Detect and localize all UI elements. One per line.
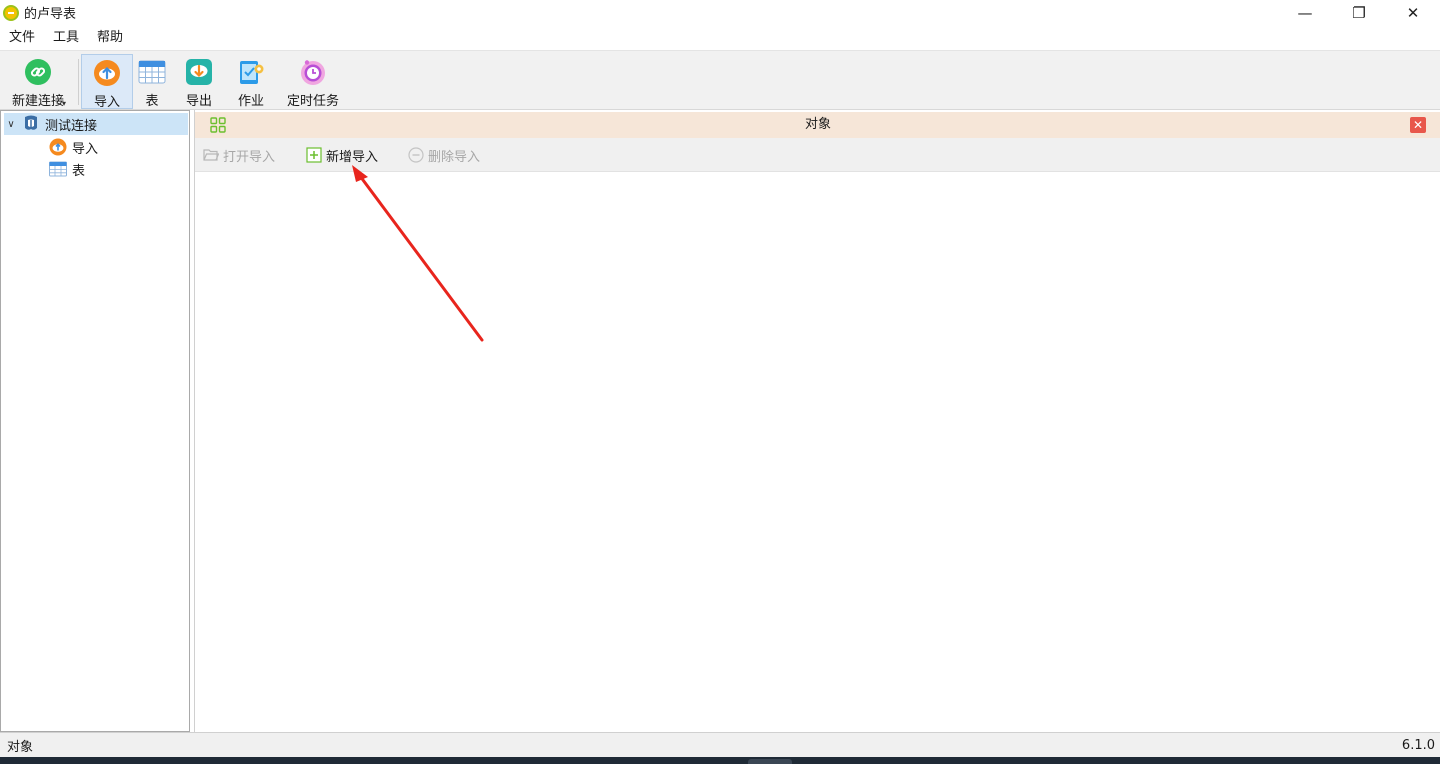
remove-icon [408, 147, 424, 163]
tree-node-connection[interactable]: ∨ 测试连接 [4, 113, 188, 135]
menu-help[interactable]: 帮助 [88, 25, 132, 50]
job-button[interactable]: 作业 [232, 54, 270, 109]
window-title: 的卢导表 [24, 7, 77, 22]
new-connection-button[interactable]: 新建连接 [6, 54, 70, 109]
taskbar-strip [0, 757, 1440, 764]
link-icon [24, 58, 52, 86]
folder-open-icon [203, 147, 219, 163]
clock-icon [299, 58, 327, 86]
dropdown-caret-icon[interactable]: ▾ [62, 99, 66, 108]
status-bar: 对象 6.1.0 [0, 732, 1440, 757]
new-connection-label: 新建连接 [11, 94, 64, 109]
object-tab-panel: 对象 ✕ 打开导入 新增导入 删除导入 [194, 110, 1440, 732]
export-label: 导出 [185, 94, 212, 109]
version-label: 6.1.0 [1401, 737, 1435, 753]
toolbar-separator [78, 59, 79, 105]
delete-import-label: 删除导入 [428, 149, 481, 165]
scheduled-task-button[interactable]: 定时任务 [284, 54, 342, 109]
open-import-label: 打开导入 [223, 149, 276, 165]
import-icon [93, 59, 121, 87]
tree-node-table[interactable]: 表 [45, 158, 185, 180]
status-text: 对象 [7, 739, 34, 755]
taskbar-handle [748, 759, 792, 764]
menu-bar: 文件 工具 帮助 [0, 25, 1440, 50]
table-icon [138, 58, 166, 86]
tree-node-table-label: 表 [72, 163, 86, 179]
object-toolbar: 打开导入 新增导入 删除导入 [195, 138, 1440, 172]
expand-chevron-icon[interactable]: ∨ [4, 119, 18, 130]
menu-tools[interactable]: 工具 [44, 25, 88, 50]
new-import-button[interactable]: 新增导入 [306, 144, 378, 166]
add-icon [306, 147, 322, 163]
import-icon [49, 138, 67, 156]
menu-file[interactable]: 文件 [0, 25, 44, 50]
window-controls: — ❐ ✕ [1278, 0, 1440, 25]
delete-import-button[interactable]: 删除导入 [408, 144, 480, 166]
table-label: 表 [145, 94, 159, 109]
tab-title: 对象 [804, 117, 831, 132]
object-tree: ∨ 测试连接 导入 表 [0, 110, 190, 732]
scheduled-task-label: 定时任务 [286, 94, 339, 109]
main-toolbar: 新建连接 ▾ 导入 表 导出 作业 定时任务 [0, 50, 1440, 110]
open-import-button[interactable]: 打开导入 [203, 144, 275, 166]
export-icon [185, 58, 213, 86]
table-button[interactable]: 表 [136, 54, 168, 109]
new-import-label: 新增导入 [326, 149, 379, 165]
table-icon [49, 160, 67, 178]
export-button[interactable]: 导出 [180, 54, 218, 109]
tab-header: 对象 ✕ [195, 112, 1440, 138]
title-bar: 的卢导表 — ❐ ✕ [0, 0, 1440, 25]
job-icon [237, 58, 265, 86]
tree-node-import[interactable]: 导入 [45, 136, 185, 158]
job-label: 作业 [237, 94, 264, 109]
import-label: 导入 [93, 95, 120, 110]
maximize-button[interactable]: ❐ [1332, 0, 1386, 25]
close-tab-icon[interactable]: ✕ [1410, 117, 1426, 133]
minimize-button[interactable]: — [1278, 0, 1332, 25]
close-button[interactable]: ✕ [1386, 0, 1440, 25]
tree-node-import-label: 导入 [72, 141, 99, 157]
app-logo-icon [3, 4, 19, 21]
database-connection-icon [22, 115, 40, 133]
tree-node-connection-label: 测试连接 [45, 118, 98, 134]
import-button[interactable]: 导入 [81, 54, 133, 110]
